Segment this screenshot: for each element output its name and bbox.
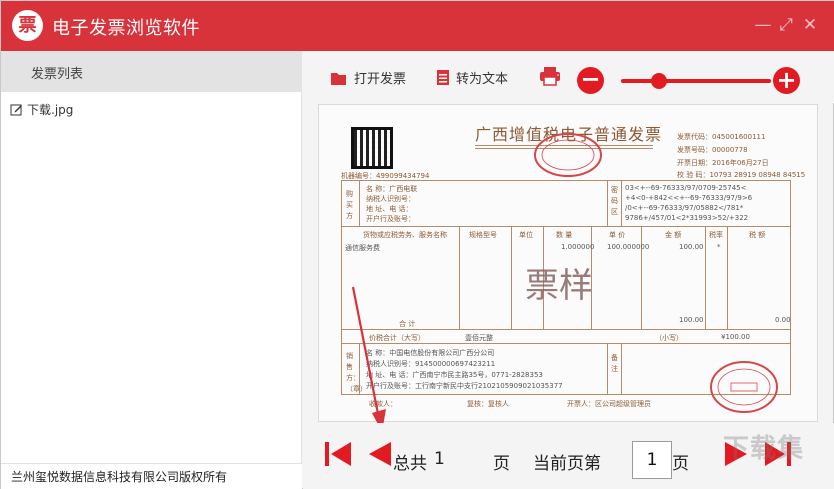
total-words: 壹佰元整 [465,334,493,342]
col-goods-header: 货物或应税劳务、服务名称 [363,231,447,239]
invoice-date: 开票日期：2016年06月27日 [677,159,769,167]
sum-tax: 0.00 [775,316,791,324]
buyer-bank: 开户行及账号： [366,215,415,223]
total-pages-unit: 页 [493,454,510,474]
row-divider-2 [341,329,791,330]
edit-file-icon [10,104,22,116]
open-invoice-button[interactable]: 打开发票 [330,68,406,87]
col-qty-header: 数 量 [556,231,573,239]
invoice-check-code: 校 验 码：10793 28919 08948 84515 [677,171,806,179]
col-divider-pwd [607,180,608,226]
zoom-in-button[interactable]: + [773,67,800,94]
item-amount: 100.00 [679,243,704,251]
col-rate-header: 税率 [709,231,723,239]
file-list-item[interactable]: 下载.jpg [10,101,73,118]
sample-watermark: 票样 [525,266,593,306]
issuer-label: 开票人：区公司超级管理员 [567,400,651,408]
col-divider-remark [607,343,608,395]
password-area-label: 密码区 [611,186,618,216]
cipher-line-2: +4<0-+842<<+--69-76333/97/9>6 [625,194,753,202]
col-divider-tax [727,226,728,329]
col-divider-unit [511,226,512,329]
invoice-code: 发票代码：045001600111 [677,133,766,141]
zoom-slider-track[interactable] [621,79,771,83]
annotation-arrow-icon [351,286,386,432]
current-page-unit: 页 [672,454,689,474]
convert-text-button[interactable]: 转为文本 [436,68,508,87]
site-watermark: 下载集 [723,434,805,464]
current-page-input[interactable]: 1 [632,441,672,479]
col-divider-spec [459,226,460,329]
item-price: 100.000000 [607,243,650,251]
printer-icon [540,67,560,86]
open-invoice-label: 打开发票 [354,72,407,87]
zoom-slider-handle[interactable] [651,73,667,89]
sum-label: 合 计 [399,320,416,328]
invoice-list-title: 发票列表 [31,67,84,82]
cipher-line-4: 9786+/457/01<2*31993>52/+322 [625,214,749,222]
col-tax-header: 税 额 [749,231,766,239]
invoice-image: 广西增值税电子普通发票 发票代码：045001600111 发票号码：00000… [318,104,818,422]
item-quantity: 1.000000 [561,243,595,251]
col-price-header: 单 价 [609,231,626,239]
invoice-list-header: 发票列表 [1,51,302,92]
col-divider-pwd2 [621,180,622,226]
col-divider-rate [705,226,706,329]
buyer-tax-id: 纳税人识别号： [366,195,415,203]
status-footer: 兰州玺悦数据信息科技有限公司版权所有 [1,463,302,489]
col-unit-header: 单位 [519,231,533,239]
app-title: 电子发票浏览软件 [52,18,200,39]
invoice-viewer[interactable]: 广西增值税电子普通发票 发票代码：045001600111 发票号码：00000… [318,104,818,422]
remark-label: 备注 [611,354,618,373]
open-folder-icon [331,73,346,85]
print-button[interactable] [539,66,567,87]
minimize-button[interactable]: — [753,15,773,35]
copyright-text: 兰州玺悦数据信息科技有限公司版权所有 [11,470,228,484]
total-small-label: （小写） [655,334,683,342]
seller-bank: 开户行及账号：工行南宁新民中支行2102105909021035377 [366,382,563,390]
invoice-list-panel: 发票列表 下载.jpg [1,51,302,463]
app-window: 票 电子发票浏览软件 — ⤢ ✕ 发票列表 下载.jpg 兰州玺悦数据信息科技有… [0,0,834,489]
col-amount-header: 金 额 [665,231,682,239]
buyer-side-label: 购买方 [346,190,353,220]
buyer-name: 名 称：广西电联 [366,185,418,193]
total-pages-prefix: 总共 [393,454,427,474]
qr-code-icon [351,127,393,169]
cipher-line-3: /0<+--69-76333/97/05882</781* [625,204,744,212]
total-pages-value: 1 [434,449,445,469]
close-button[interactable]: ✕ [800,15,820,35]
toolbar: 打开发票 转为文本 − + [303,51,834,103]
item-name: 通信服务费 [345,244,380,252]
title-bar[interactable]: 票 电子发票浏览软件 — ⤢ ✕ [1,1,834,51]
col-divider-amount [641,226,642,329]
zoom-out-button[interactable]: − [577,67,604,94]
cipher-line-1: 03<+--69-76333/97/0709-25745< [625,184,747,192]
tax-seal-icon [534,133,602,177]
seller-address: 地 址、电 话：广西南宁市民主路35号，0771-2828353 [366,371,543,379]
buyer-address: 地 址、电 话： [366,205,413,213]
col-divider-buyer [359,180,360,226]
row-divider-1 [341,226,791,227]
total-number: ¥100.00 [721,333,750,341]
col-divider-remark2 [621,343,622,395]
item-tax: * [717,243,721,251]
document-icon [437,70,449,85]
file-name: 下载.jpg [27,103,74,117]
prev-page-button[interactable] [367,440,393,468]
app-logo-icon: 票 [12,10,43,41]
convert-text-label: 转为文本 [456,72,509,87]
maximize-button[interactable]: ⤢ [776,15,796,35]
row-divider-3 [341,343,791,344]
first-page-button[interactable] [323,439,353,469]
sum-amount: 100.00 [679,316,704,324]
company-seal-icon [710,361,778,413]
col-spec-header: 规格型号 [469,231,497,239]
current-page-prefix: 当前页第 [533,454,601,474]
invoice-number: 发票号码：00000778 [677,146,748,154]
reviewer-label: 复核：复核人 [467,400,509,408]
